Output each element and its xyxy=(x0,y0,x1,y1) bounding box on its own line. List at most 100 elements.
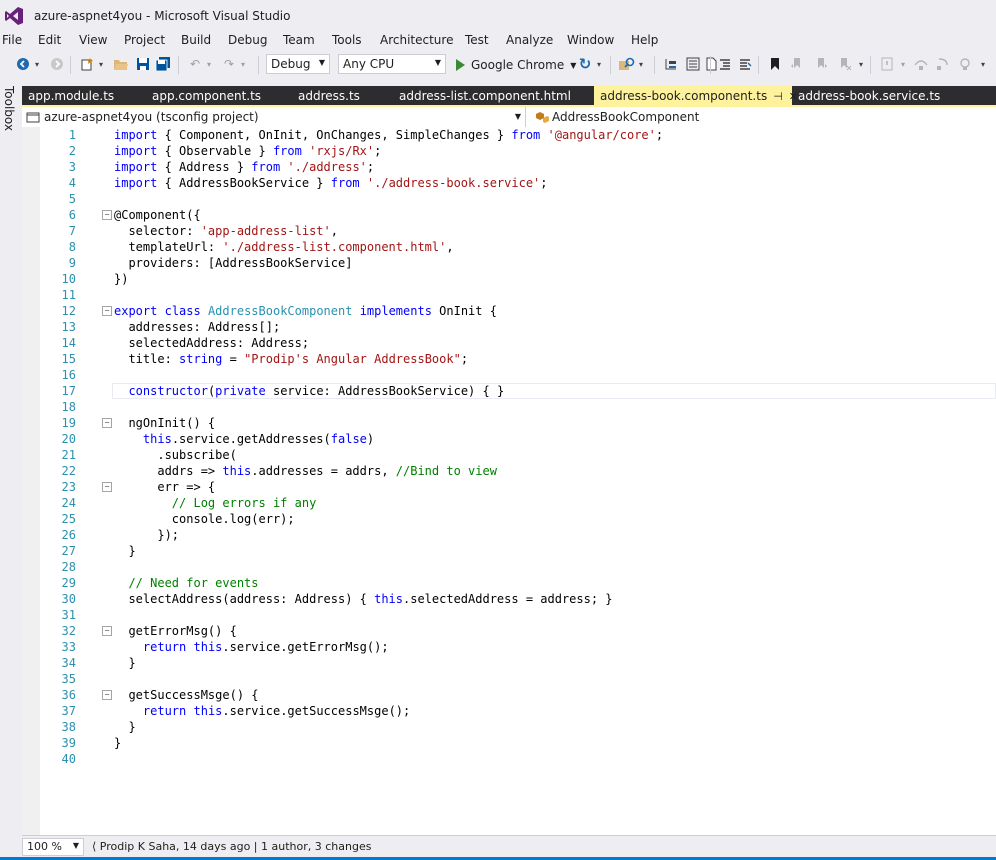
menu-tools[interactable]: Tools xyxy=(332,33,362,47)
zoom-select[interactable]: 100 % ▼ xyxy=(22,838,84,856)
tab-address-list-component[interactable]: address-list.component.html xyxy=(393,86,577,106)
code-text: } xyxy=(114,656,136,670)
navigate-back-dropdown-icon[interactable]: ▾ xyxy=(32,55,42,73)
code-line: 23 − err => { xyxy=(22,479,996,495)
code-line: 15 title: string = "Prodip's Angular Add… xyxy=(22,351,996,367)
menu-test[interactable]: Test xyxy=(465,33,489,47)
menu-architecture[interactable]: Architecture xyxy=(380,33,453,47)
comment-out-icon[interactable] xyxy=(716,55,734,73)
bookmark-icon[interactable] xyxy=(766,55,784,73)
undo-icon[interactable]: ↶ xyxy=(186,55,204,73)
code-text: title: string = "Prodip's Angular Addres… xyxy=(114,352,469,366)
git-icon: ⟨ xyxy=(92,840,97,853)
line-number: 23 xyxy=(61,480,76,494)
tab-address[interactable]: address.ts xyxy=(292,86,366,106)
code-text: import { AddressBookService } from './ad… xyxy=(114,176,548,190)
previous-bookmark-icon[interactable] xyxy=(788,55,806,73)
code-line: 26 }); xyxy=(22,527,996,543)
collapse-icon[interactable]: − xyxy=(102,626,112,636)
collapse-icon[interactable]: − xyxy=(102,482,112,492)
toolbar-separator xyxy=(70,56,71,74)
solution-platform-select[interactable]: Any CPU ▼ xyxy=(338,54,446,74)
clear-bookmarks-icon[interactable] xyxy=(836,55,854,73)
standard-toolbar: ▾ ▾ ↶ ▾ ↷ ▾ Debug ▼ Any CPU ▼ Google Chr… xyxy=(0,52,996,78)
collapse-icon[interactable]: − xyxy=(102,306,112,316)
menu-view[interactable]: View xyxy=(79,33,107,47)
line-number: 6 xyxy=(68,208,76,222)
navigate-back-icon[interactable] xyxy=(14,55,32,73)
code-line: 9 providers: [AddressBookService] xyxy=(22,255,996,271)
line-number: 39 xyxy=(61,736,76,750)
menu-debug[interactable]: Debug xyxy=(228,33,267,47)
redo-icon[interactable]: ↷ xyxy=(220,55,238,73)
menu-file[interactable]: File xyxy=(2,33,22,47)
browser-link-dropdown-icon[interactable]: ▾ xyxy=(594,55,604,73)
undo-dropdown-icon[interactable]: ▾ xyxy=(204,55,214,73)
breakpoint-dropdown-icon[interactable]: ▾ xyxy=(898,55,908,73)
line-number: 29 xyxy=(61,576,76,590)
codelens-author-info[interactable]: ⟨ Prodip K Saha, 14 days ago | 1 author,… xyxy=(92,840,371,853)
menu-team[interactable]: Team xyxy=(283,33,315,47)
solution-configuration-value: Debug xyxy=(271,57,311,71)
breakpoint-icon[interactable] xyxy=(878,55,896,73)
menu-window[interactable]: Window xyxy=(567,33,614,47)
toolbox-tab[interactable]: Toolbox xyxy=(2,86,16,131)
find-in-files-icon[interactable] xyxy=(618,55,636,73)
step-out-icon[interactable] xyxy=(956,55,974,73)
code-line: 29 // Need for events xyxy=(22,575,996,591)
code-text: }); xyxy=(114,528,180,542)
new-project-icon[interactable] xyxy=(78,55,96,73)
toolbar-options-icon[interactable]: ▾ xyxy=(856,55,866,73)
uncomment-icon[interactable] xyxy=(736,55,754,73)
save-icon[interactable] xyxy=(134,55,152,73)
solution-explorer-icon[interactable] xyxy=(662,55,680,73)
menu-project[interactable]: Project xyxy=(124,33,165,47)
code-text: import { Address } from './address'; xyxy=(114,160,375,174)
next-bookmark-icon[interactable] xyxy=(812,55,830,73)
member-select[interactable]: AddressBookComponent xyxy=(532,107,996,127)
line-number: 2 xyxy=(68,144,76,158)
code-editor[interactable]: 1 import { Component, OnInit, OnChanges, … xyxy=(22,127,996,835)
pin-icon[interactable]: ⊣ xyxy=(773,90,783,103)
zoom-value: 100 % xyxy=(27,840,62,853)
menu-help[interactable]: Help xyxy=(631,33,658,47)
code-line: 13 addresses: Address[]; xyxy=(22,319,996,335)
find-dropdown-icon[interactable]: ▾ xyxy=(636,55,646,73)
collapse-icon[interactable]: − xyxy=(102,210,112,220)
menu-build[interactable]: Build xyxy=(181,33,211,47)
tab-app-module[interactable]: app.module.ts xyxy=(22,86,120,106)
code-line: 36 − getSuccessMsge() { xyxy=(22,687,996,703)
new-dropdown-icon[interactable]: ▾ xyxy=(96,55,106,73)
redo-dropdown-icon[interactable]: ▾ xyxy=(238,55,248,73)
code-text: this.service.getAddresses(false) xyxy=(142,432,375,446)
code-line: 4 import { AddressBookService } from './a… xyxy=(22,175,996,191)
code-text: getSuccessMsge() { xyxy=(114,688,259,702)
code-line: 20 this.service.getAddresses(false) xyxy=(22,431,996,447)
properties-icon[interactable] xyxy=(684,55,702,73)
save-all-icon[interactable] xyxy=(154,55,172,73)
open-folder-icon[interactable] xyxy=(112,55,130,73)
navigate-forward-icon[interactable] xyxy=(48,55,66,73)
chevron-down-icon: ▼ xyxy=(318,58,325,67)
code-text: import { Observable } from 'rxjs/Rx'; xyxy=(114,144,382,158)
debug-toolbar-options-icon[interactable]: ▾ xyxy=(978,55,988,73)
tab-address-book-component[interactable]: address-book.component.ts ⊣ ✕ xyxy=(594,86,798,106)
step-over-icon[interactable] xyxy=(912,55,930,73)
line-number: 34 xyxy=(61,656,76,670)
collapse-icon[interactable]: − xyxy=(102,418,112,428)
menu-analyze[interactable]: Analyze xyxy=(506,33,553,47)
code-line: 10}) xyxy=(22,271,996,287)
menu-edit[interactable]: Edit xyxy=(38,33,61,47)
project-select[interactable]: azure-aspnet4you (tsconfig project) ▼ xyxy=(22,107,526,127)
code-line: 18 xyxy=(22,399,996,415)
tab-address-book-service[interactable]: address-book.service.ts xyxy=(792,86,946,106)
refresh-browser-icon[interactable]: ↻ xyxy=(576,55,594,73)
collapse-icon[interactable]: − xyxy=(102,690,112,700)
play-icon xyxy=(456,59,465,71)
step-into-icon[interactable] xyxy=(934,55,952,73)
line-number: 8 xyxy=(68,240,76,254)
solution-configuration-select[interactable]: Debug ▼ xyxy=(266,54,330,74)
tab-app-component[interactable]: app.component.ts xyxy=(146,86,267,106)
start-debugging-button[interactable]: Google Chrome ▼ xyxy=(456,55,576,75)
code-line: 2 import { Observable } from 'rxjs/Rx'; xyxy=(22,143,996,159)
